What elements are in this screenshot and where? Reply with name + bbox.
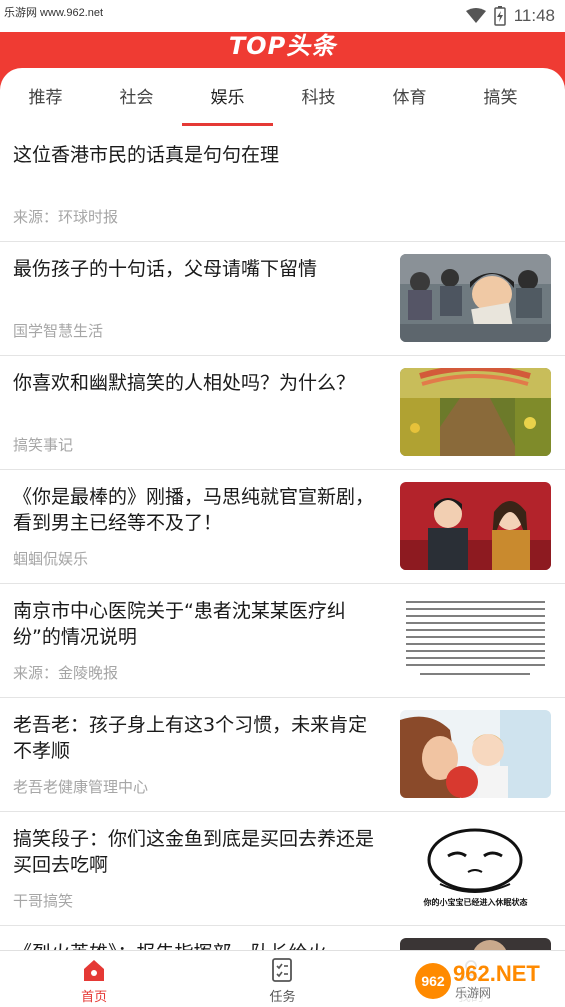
news-title: 南京市中心医院关于“患者沈某某医疗纠纷”的情况说明 (13, 600, 346, 648)
news-source: 国学智慧生活 (13, 322, 104, 340)
news-source: 来源：金陵晚报 (13, 664, 119, 682)
news-source: 老吾老健康管理中心 (13, 778, 149, 796)
cinema-couple-image (400, 482, 551, 570)
news-thumbnail (400, 596, 551, 684)
news-list: 这位香港市民的话真是句句在理 来源：环球时报 最伤孩子的十句话，父母请嘴下留情 … (0, 128, 565, 1007)
tab-label: 推荐 (28, 88, 63, 108)
news-thumbnail (400, 482, 551, 570)
bottom-navigation: 首页 任务 我的 962 962.NET 乐游网 (0, 950, 565, 1007)
status-bar: 乐游网 www.962.net 11:48 (0, 0, 565, 32)
nav-label: 任务 (269, 990, 296, 1005)
tab-label: 体育 (392, 88, 427, 108)
news-thumbnail (400, 254, 551, 342)
tab-technology[interactable]: 科技 (273, 68, 364, 128)
news-title: 最伤孩子的十句话，父母请嘴下留情 (13, 258, 318, 280)
site-watermark: 962 962.NET 乐游网 (411, 959, 559, 1003)
news-item[interactable]: 最伤孩子的十句话，父母请嘴下留情 国学智慧生活 (0, 242, 565, 356)
tab-entertainment[interactable]: 娱乐 (182, 68, 273, 128)
news-title: 搞笑段子：你们这金鱼到底是买回去养还是买回去吃啊 (13, 828, 375, 876)
tab-label: 搞笑 (483, 88, 518, 108)
tab-recommend[interactable]: 推荐 (0, 68, 91, 128)
tab-label: 社会 (119, 88, 154, 108)
news-title: 《你是最棒的》刚播，马思纯就官宣新剧，看到男主已经等不及了！ (13, 486, 375, 534)
news-title: 这位香港市民的话真是句句在理 (13, 144, 280, 166)
wifi-icon (465, 8, 486, 23)
garden-path-image (400, 368, 551, 456)
news-source: 来源：环球时报 (13, 208, 119, 226)
news-thumbnail (400, 368, 551, 456)
tab-sports[interactable]: 体育 (364, 68, 455, 128)
news-thumbnail (400, 710, 551, 798)
news-item[interactable]: 南京市中心医院关于“患者沈某某医疗纠纷”的情况说明 来源：金陵晚报 (0, 584, 565, 698)
status-icons: 11:48 (465, 4, 555, 28)
status-time: 11:48 (513, 6, 555, 25)
news-item[interactable]: 《你是最棒的》刚播，马思纯就官宣新剧，看到男主已经等不及了！ 蝈蝈侃娱乐 (0, 470, 565, 584)
news-item[interactable]: 老吾老：孩子身上有这3个习惯，未来肯定不孝顺 老吾老健康管理中心 (0, 698, 565, 812)
news-thumbnail: 你的小宝宝已经进入休眠状态 (400, 824, 551, 912)
home-icon (84, 960, 105, 981)
watermark-text: 乐游网 www.962.net (4, 7, 104, 19)
nav-home[interactable]: 首页 (0, 951, 188, 1007)
news-source: 干哥搞笑 (13, 892, 74, 910)
mother-child-image (400, 710, 551, 798)
tab-society[interactable]: 社会 (91, 68, 182, 128)
news-source: 蝈蝈侃娱乐 (13, 550, 89, 568)
news-source: 搞笑事记 (13, 436, 74, 454)
news-title: 你喜欢和幽默搞笑的人相处吗？为什么？ (13, 372, 356, 394)
watermark-badge: 962 (415, 963, 451, 999)
watermark-name: 乐游网 (455, 986, 492, 1000)
nav-tasks[interactable]: 任务 (188, 951, 376, 1007)
tab-funny[interactable]: 搞笑 (455, 68, 546, 128)
battery-icon (493, 6, 506, 26)
children-reading-image (400, 254, 551, 342)
nav-label: 首页 (81, 990, 108, 1005)
meme-caption: 你的小宝宝已经进入休眠状态 (423, 898, 528, 907)
app-logo: TOP头条 (228, 32, 337, 60)
news-item[interactable]: 这位香港市民的话真是句句在理 来源：环球时报 (0, 128, 565, 242)
news-title: 老吾老：孩子身上有这3个习惯，未来肯定不孝顺 (13, 714, 368, 762)
tab-label: 科技 (301, 88, 336, 108)
category-tabs: 推荐 社会 娱乐 科技 体育 搞笑 (0, 68, 565, 128)
news-item[interactable]: 搞笑段子：你们这金鱼到底是买回去养还是买回去吃啊 干哥搞笑 你的小宝宝已经进入休… (0, 812, 565, 926)
task-list-icon (272, 958, 293, 982)
document-text-image (400, 596, 551, 684)
tab-label: 娱乐 (210, 88, 245, 108)
news-item[interactable]: 你喜欢和幽默搞笑的人相处吗？为什么？ 搞笑事记 (0, 356, 565, 470)
